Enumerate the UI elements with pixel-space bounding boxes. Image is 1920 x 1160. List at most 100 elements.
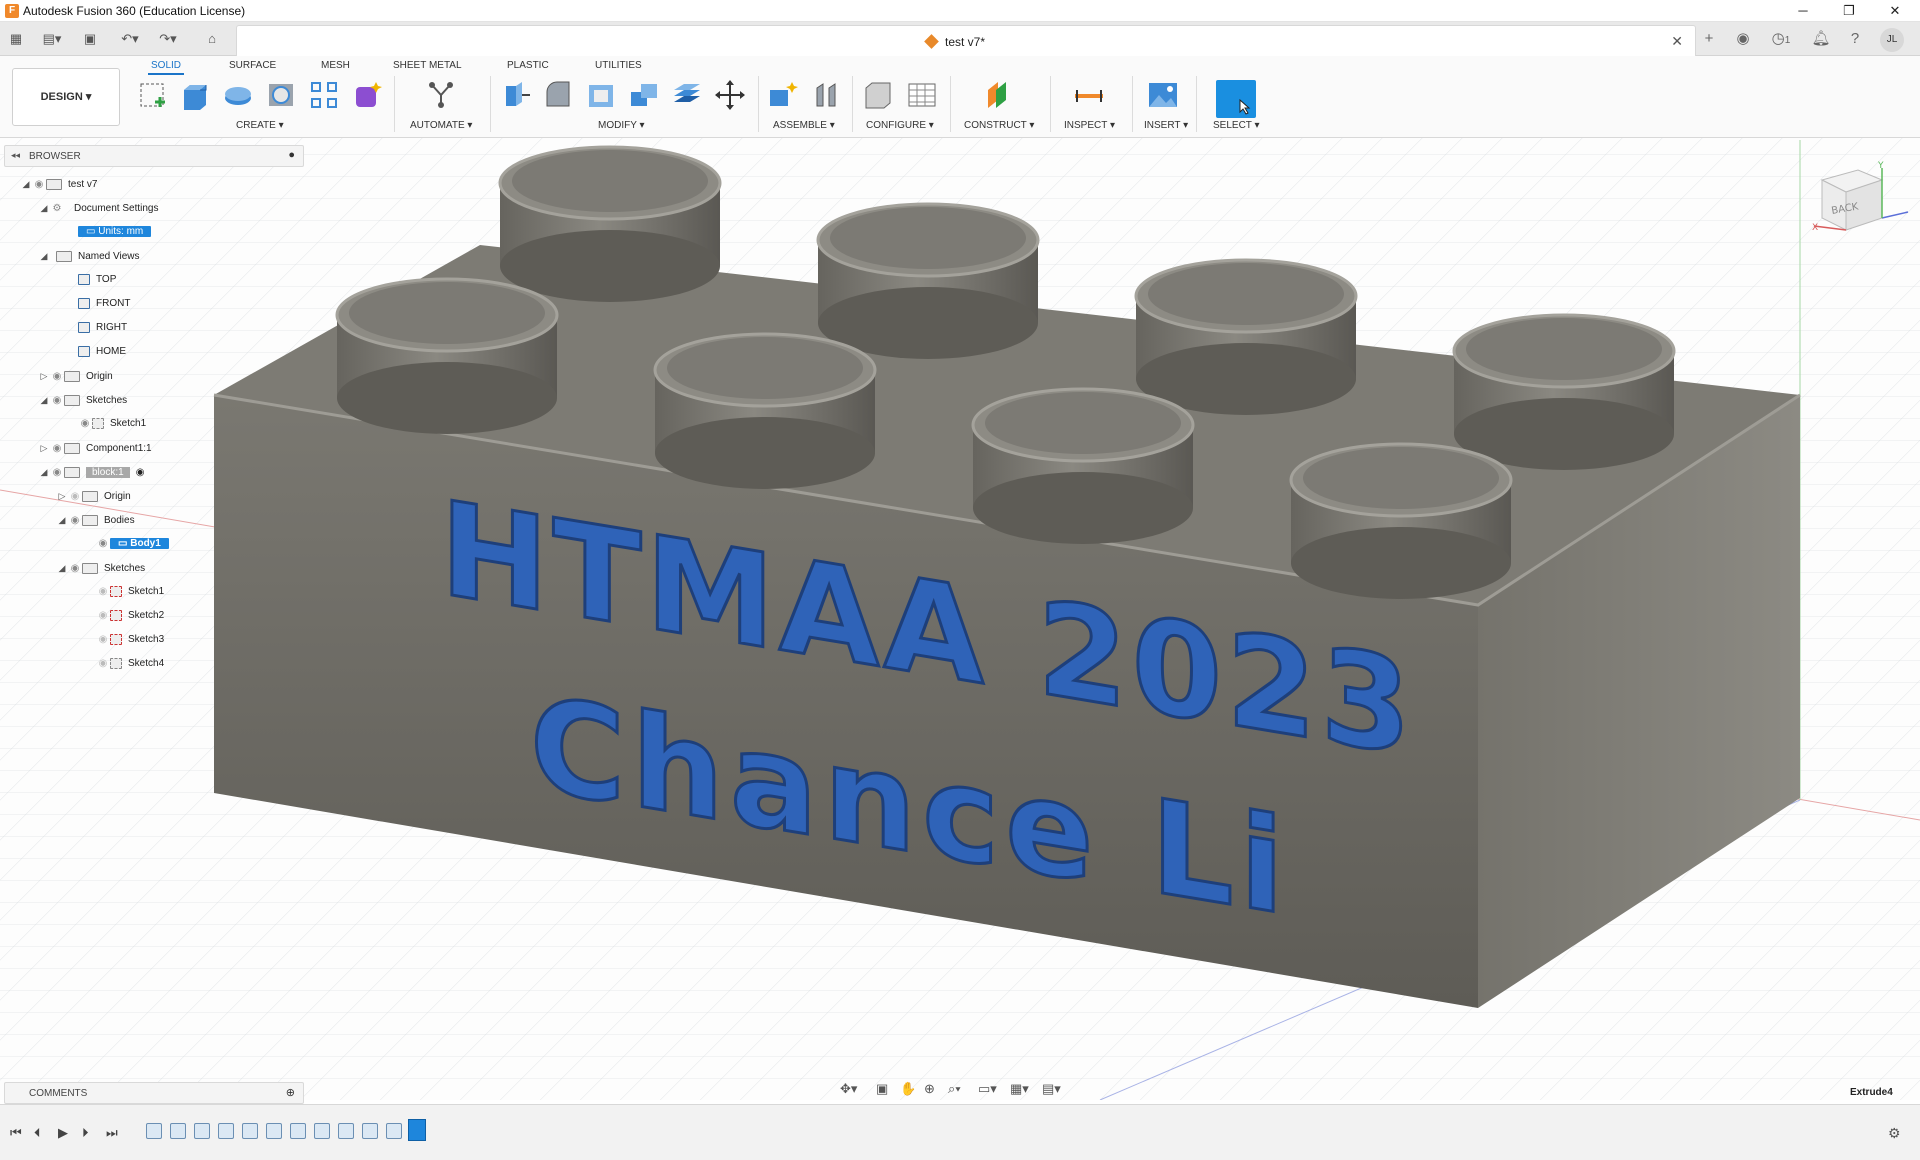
play-icon[interactable]: ▶ xyxy=(58,1125,68,1141)
tree-item-origin[interactable]: ▷ ◉ Origin xyxy=(38,366,113,386)
assemble-group-label[interactable]: ASSEMBLE ▾ xyxy=(773,120,835,131)
new-component-icon[interactable] xyxy=(766,78,800,112)
tree-item-bodies[interactable]: ◢ ◉ Bodies xyxy=(56,510,135,530)
document-tab[interactable]: test v7* ✕ xyxy=(236,25,1696,56)
tree-item-document-settings[interactable]: ◢ ⚙ Document Settings xyxy=(38,198,159,218)
orbit-icon[interactable]: ✥▾ xyxy=(840,1081,857,1097)
insert-group-label[interactable]: INSERT ▾ xyxy=(1144,120,1188,131)
tree-item-sketch2[interactable]: ◉ Sketch2 xyxy=(96,606,164,626)
press-pull-icon[interactable] xyxy=(498,78,532,112)
tree-item-block-origin[interactable]: ▷ ◉ Origin xyxy=(56,486,131,506)
construct-group-label[interactable]: CONSTRUCT ▾ xyxy=(964,120,1034,131)
step-back-icon[interactable]: ⏴ xyxy=(34,1125,41,1141)
help-icon[interactable]: ? xyxy=(1844,28,1866,50)
viewports-icon[interactable]: ▤▾ xyxy=(1042,1081,1061,1097)
viewport-canvas[interactable]: HTMAA 2023 Chance Li xyxy=(0,138,1920,1100)
browser-pin-icon[interactable]: ● xyxy=(288,149,295,161)
redo-icon[interactable]: ↷▾ xyxy=(152,29,184,49)
tree-item-sketch4[interactable]: ◉ Sketch4 xyxy=(96,654,164,674)
revolve-icon[interactable] xyxy=(221,78,255,112)
go-to-start-icon[interactable]: ⏮ xyxy=(10,1125,22,1141)
configure-group-label[interactable]: CONFIGURE ▾ xyxy=(866,120,934,131)
tree-item-block[interactable]: ◢ ◉ block:1 ◉ xyxy=(38,462,144,482)
timeline-feature[interactable] xyxy=(290,1123,306,1139)
measure-icon[interactable] xyxy=(1072,78,1106,112)
comments-panel[interactable]: COMMENTS ⊕ xyxy=(4,1082,304,1104)
tree-item-view-right[interactable]: RIGHT xyxy=(78,318,127,338)
tab-solid[interactable]: SOLID xyxy=(148,60,185,75)
tab-utilities[interactable]: UTILITIES xyxy=(592,60,645,71)
undo-icon[interactable]: ↶▾ xyxy=(114,29,146,49)
form-icon[interactable] xyxy=(350,78,384,112)
timeline-feature[interactable] xyxy=(218,1123,234,1139)
automate-group-label[interactable]: AUTOMATE ▾ xyxy=(410,120,472,131)
minimize-button[interactable]: ─ xyxy=(1780,0,1826,22)
split-body-icon[interactable] xyxy=(670,78,704,112)
add-comment-icon[interactable]: ⊕ xyxy=(286,1086,295,1099)
timeline-feature[interactable] xyxy=(338,1123,354,1139)
tree-item-block-sketches[interactable]: ◢ ◉ Sketches xyxy=(56,558,145,578)
go-to-end-icon[interactable]: ⏭ xyxy=(106,1125,118,1141)
move-copy-icon[interactable] xyxy=(713,78,747,112)
combine-icon[interactable] xyxy=(627,78,661,112)
new-tab-icon[interactable]: + xyxy=(1698,28,1720,50)
construct-plane-icon[interactable] xyxy=(982,78,1016,112)
tree-item-view-front[interactable]: FRONT xyxy=(78,294,130,314)
gear-icon[interactable]: ⚙ xyxy=(1888,1125,1901,1142)
timeline-feature[interactable] xyxy=(242,1123,258,1139)
notifications-icon[interactable]: 🔔︎ xyxy=(1810,28,1832,50)
modify-group-label[interactable]: MODIFY ▾ xyxy=(598,120,645,131)
viewcube[interactable]: BACK X Y xyxy=(1810,160,1910,250)
workspace-switcher[interactable]: DESIGN ▾ xyxy=(12,68,120,126)
tree-item-sketch1-b[interactable]: ◉ Sketch1 xyxy=(96,582,164,602)
close-tab-icon[interactable]: ✕ xyxy=(1671,33,1683,50)
pattern-icon[interactable] xyxy=(307,78,341,112)
restore-button[interactable]: ❐ xyxy=(1826,0,1872,22)
zoom-icon[interactable]: ⊕ xyxy=(924,1081,935,1097)
timeline-feature[interactable] xyxy=(194,1123,210,1139)
tab-sheet-metal[interactable]: SHEET METAL xyxy=(390,60,465,71)
display-settings-icon[interactable]: ▭▾ xyxy=(978,1081,997,1097)
inspect-group-label[interactable]: INSPECT ▾ xyxy=(1064,120,1115,131)
insert-image-icon[interactable] xyxy=(1146,78,1180,112)
tab-plastic[interactable]: PLASTIC xyxy=(504,60,552,71)
browser-panel-header[interactable]: ◂◂ BROWSER ● xyxy=(4,145,304,167)
select-group-label[interactable]: SELECT ▾ xyxy=(1213,120,1260,131)
timeline-feature[interactable] xyxy=(266,1123,282,1139)
tree-item-named-views[interactable]: ◢ Named Views xyxy=(38,246,140,266)
fillet-icon[interactable] xyxy=(541,78,575,112)
tree-item-units[interactable]: ▭ Units: mm xyxy=(78,222,152,242)
fit-icon[interactable]: ⌕▾ xyxy=(948,1081,961,1097)
configure-icon[interactable] xyxy=(862,78,896,112)
pan-icon[interactable]: ✋ xyxy=(900,1081,916,1097)
step-forward-icon[interactable]: ⏵ xyxy=(82,1125,89,1141)
timeline-feature[interactable] xyxy=(362,1123,378,1139)
look-at-icon[interactable]: ▣ xyxy=(876,1081,888,1097)
extensions-icon[interactable]: ◉ xyxy=(1732,28,1754,50)
collapse-panel-icon[interactable]: ◂◂ xyxy=(11,150,20,161)
grid-settings-icon[interactable]: ▦▾ xyxy=(1010,1081,1029,1097)
tree-item-sketch3[interactable]: ◉ Sketch3 xyxy=(96,630,164,650)
tree-item-body1[interactable]: ◉ ▭ Body1 xyxy=(96,534,169,554)
user-avatar[interactable]: JL xyxy=(1880,28,1904,52)
timeline-feature[interactable] xyxy=(170,1123,186,1139)
shell-icon[interactable] xyxy=(584,78,618,112)
home-icon[interactable]: ⌂ xyxy=(200,29,224,49)
job-status-icon[interactable]: ◷1 xyxy=(1764,28,1798,50)
joint-icon[interactable] xyxy=(809,78,843,112)
create-sketch-icon[interactable] xyxy=(135,78,169,112)
timeline-feature[interactable] xyxy=(386,1123,402,1139)
select-tool-button[interactable] xyxy=(1216,80,1256,118)
close-window-button[interactable]: ✕ xyxy=(1872,0,1918,22)
tree-item-document[interactable]: ◢ ◉ test v7 xyxy=(20,174,97,194)
hole-icon[interactable] xyxy=(264,78,298,112)
tab-mesh[interactable]: MESH xyxy=(318,60,353,71)
save-icon[interactable]: ▣ xyxy=(80,29,100,49)
activate-radio-icon[interactable]: ◉ xyxy=(136,467,145,478)
file-menu-icon[interactable]: ▤▾ xyxy=(36,29,68,49)
tab-surface[interactable]: SURFACE xyxy=(226,60,279,71)
create-group-label[interactable]: CREATE ▾ xyxy=(236,120,284,131)
tree-item-component1[interactable]: ▷ ◉ Component1:1 xyxy=(38,438,152,458)
tree-item-sketches[interactable]: ◢ ◉ Sketches xyxy=(38,390,127,410)
timeline-feature[interactable] xyxy=(314,1123,330,1139)
